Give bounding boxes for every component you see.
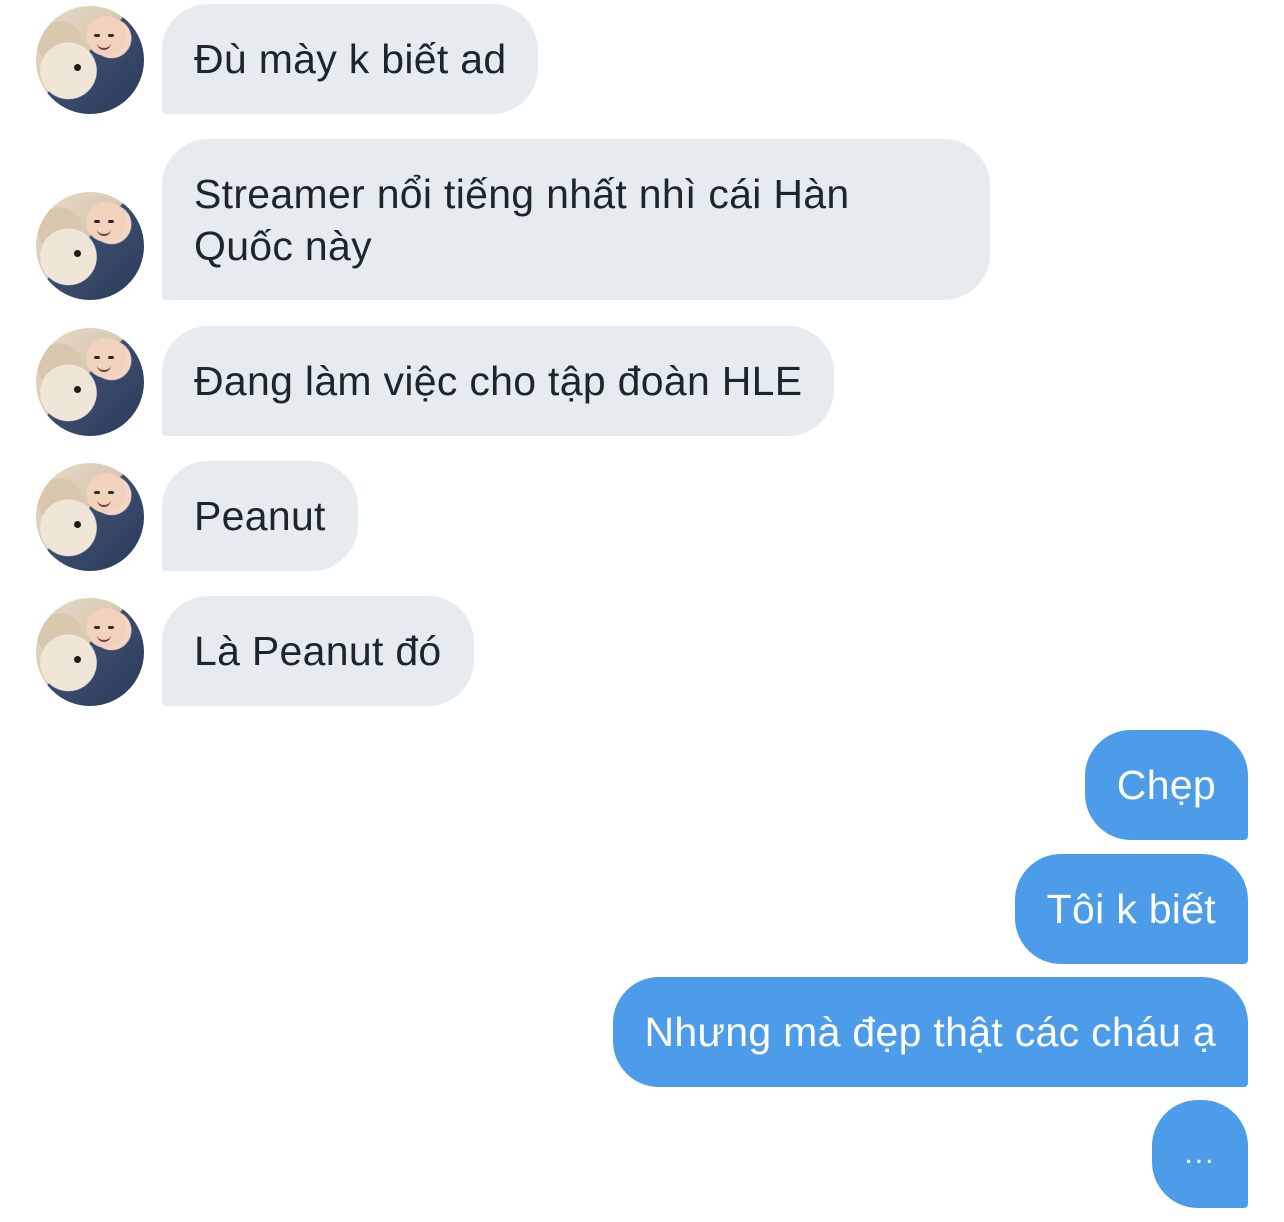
avatar-face [86, 608, 126, 648]
contact-avatar[interactable] [36, 192, 144, 300]
contact-avatar[interactable] [36, 463, 144, 571]
message-row-incoming: Đù mày k biết ad [36, 4, 539, 114]
message-row-outgoing: Tôi k biết [1014, 854, 1248, 964]
avatar-face [86, 16, 126, 56]
message-bubble-outgoing[interactable]: Tôi k biết [1014, 854, 1248, 964]
message-bubble-incoming[interactable]: Đù mày k biết ad [162, 4, 539, 114]
message-row-incoming: Streamer nổi tiếng nhất nhì cái Hàn Quốc… [36, 139, 990, 300]
message-row-outgoing: Nhưng mà đẹp thật các cháu ạ [612, 977, 1248, 1087]
message-row-incoming: Peanut [36, 461, 358, 571]
avatar-face [86, 473, 126, 513]
message-bubble-incoming[interactable]: Peanut [162, 461, 358, 571]
message-row-incoming: Đang làm việc cho tập đoàn HLE [36, 326, 835, 436]
typing-indicator-bubble[interactable]: ... [1152, 1100, 1248, 1208]
message-bubble-outgoing[interactable]: Nhưng mà đẹp thật các cháu ạ [612, 977, 1248, 1087]
message-bubble-outgoing[interactable]: Chẹp [1084, 730, 1248, 840]
message-row-outgoing: Chẹp [1084, 730, 1248, 840]
avatar-face [86, 202, 126, 242]
message-bubble-incoming[interactable]: Là Peanut đó [162, 596, 474, 706]
contact-avatar[interactable] [36, 328, 144, 436]
message-row-outgoing: ... [1152, 1100, 1248, 1208]
contact-avatar[interactable] [36, 6, 144, 114]
message-bubble-incoming[interactable]: Đang làm việc cho tập đoàn HLE [162, 326, 835, 436]
contact-avatar[interactable] [36, 598, 144, 706]
message-bubble-incoming[interactable]: Streamer nổi tiếng nhất nhì cái Hàn Quốc… [162, 139, 990, 300]
message-row-incoming: Là Peanut đó [36, 596, 474, 706]
avatar-face [86, 338, 126, 378]
